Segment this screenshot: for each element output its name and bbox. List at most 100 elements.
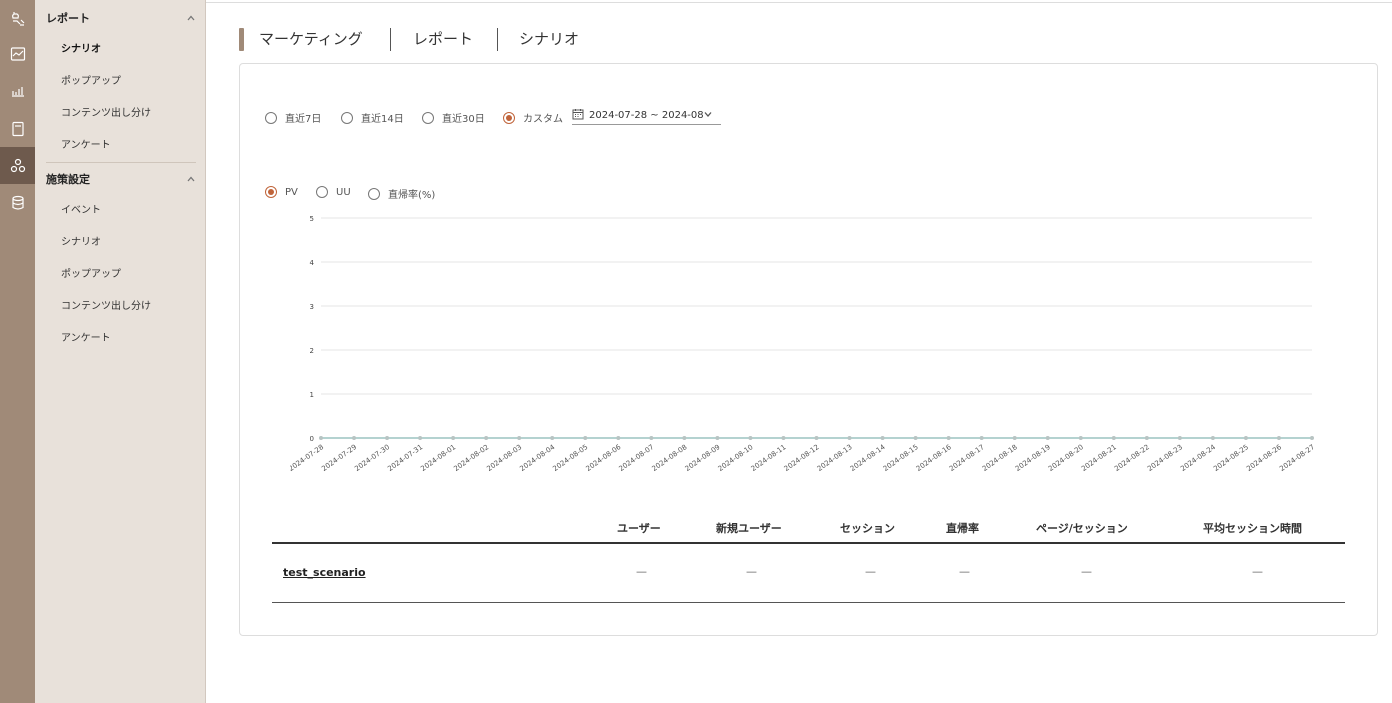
x-tick-label: 2024-08-15 xyxy=(882,443,920,473)
x-tick-label: 2024-08-09 xyxy=(684,443,722,473)
data-point xyxy=(781,436,786,440)
robot-icon[interactable] xyxy=(0,0,35,37)
document-icon[interactable] xyxy=(0,110,35,147)
x-tick-label: 2024-08-24 xyxy=(1179,443,1217,473)
x-tick-label: 2024-08-03 xyxy=(485,443,523,473)
sidebar-item-settings-popup[interactable]: ポップアップ xyxy=(61,268,121,282)
sidebar-item-settings-survey[interactable]: アンケート xyxy=(61,332,111,346)
data-point xyxy=(715,436,720,440)
sidebar-item-report-scenario[interactable]: シナリオ xyxy=(61,43,101,57)
radio-dot xyxy=(422,111,434,124)
table-row-rule xyxy=(272,602,1345,603)
radio-dot xyxy=(265,186,277,198)
x-tick-label: 2024-08-17 xyxy=(948,443,986,473)
period-30days-label: 直近30日 xyxy=(442,114,485,125)
data-point xyxy=(847,436,852,440)
x-tick-label: 2024-08-27 xyxy=(1278,443,1316,473)
breadcrumb-scenario: シナリオ xyxy=(519,30,580,48)
cell-bounce-rate: — xyxy=(959,565,970,578)
data-point xyxy=(1243,436,1248,440)
x-tick-label: 2024-08-25 xyxy=(1212,443,1250,473)
x-tick-label: 2024-08-11 xyxy=(750,443,788,473)
section-settings-title: 施策設定 xyxy=(46,173,90,186)
top-border xyxy=(206,2,1392,3)
data-point xyxy=(1210,436,1215,440)
radio-dot xyxy=(368,187,380,200)
header-sessions: セッション xyxy=(840,522,895,535)
x-tick-label: 2024-08-14 xyxy=(849,443,887,473)
x-tick-label: 2024-07-29 xyxy=(320,443,358,473)
data-point xyxy=(913,436,918,440)
section-report-header[interactable]: レポート xyxy=(46,7,196,29)
period-7days-label: 直近7日 xyxy=(285,114,322,125)
x-tick-label: 2024-08-08 xyxy=(651,443,689,473)
x-tick-label: 2024-08-12 xyxy=(783,443,821,473)
chevron-up-icon xyxy=(186,13,196,23)
x-tick-label: 2024-08-02 xyxy=(452,443,490,473)
radio-dot xyxy=(503,111,515,124)
x-tick-label: 2024-07-28 xyxy=(290,443,325,473)
scenario-link[interactable]: test_scenario xyxy=(283,566,366,579)
sidebar-item-report-survey[interactable]: アンケート xyxy=(61,139,111,153)
data-point xyxy=(1078,436,1083,440)
metric-bounce-label: 直帰率(%) xyxy=(388,190,436,201)
bar-chart-icon[interactable] xyxy=(0,72,35,109)
data-point xyxy=(946,436,951,440)
sidebar-item-settings-scenario[interactable]: シナリオ xyxy=(61,236,101,250)
data-point xyxy=(1144,436,1149,440)
cell-new-users: — xyxy=(746,565,757,578)
cell-users: — xyxy=(636,565,647,578)
x-tick-label: 2024-08-13 xyxy=(816,443,854,473)
icon-rail xyxy=(0,0,35,703)
header-new-users: 新規ユーザー xyxy=(716,522,782,535)
data-point xyxy=(1276,436,1281,440)
period-custom-radio[interactable]: カスタム xyxy=(503,110,563,125)
sidebar-item-settings-event[interactable]: イベント xyxy=(61,204,101,218)
line-chart-icon[interactable] xyxy=(0,35,35,72)
data-point xyxy=(748,436,753,440)
metric-pv-label: PV xyxy=(285,186,298,198)
metric-bounce-radio[interactable]: 直帰率(%) xyxy=(368,186,435,201)
app: レポート シナリオ ポップアップ コンテンツ出し分け アンケート 施策設定 イベ… xyxy=(0,0,1392,703)
data-point xyxy=(319,436,323,440)
sidebar-item-settings-contents[interactable]: コンテンツ出し分け xyxy=(61,300,151,314)
x-tick-label: 2024-08-26 xyxy=(1245,443,1283,473)
x-tick-label: 2024-08-05 xyxy=(551,443,589,473)
section-settings-header[interactable]: 施策設定 xyxy=(46,168,196,190)
date-range-value: 2024-07-28 ~ 2024-08-2 xyxy=(589,110,703,121)
cell-sessions: — xyxy=(865,565,876,578)
data-point xyxy=(517,436,522,440)
sidebar-item-report-contents[interactable]: コンテンツ出し分け xyxy=(61,107,151,121)
scenario-icon[interactable] xyxy=(0,147,35,184)
section-report-title: レポート xyxy=(46,12,90,25)
data-point xyxy=(616,436,621,440)
data-point xyxy=(583,436,588,440)
chevron-up-icon xyxy=(186,174,196,184)
period-7days-radio[interactable]: 直近7日 xyxy=(265,110,321,125)
database-icon[interactable] xyxy=(0,184,35,221)
data-point xyxy=(451,436,456,440)
x-tick-label: 2024-08-01 xyxy=(419,443,457,473)
metric-pv-radio[interactable]: PV xyxy=(265,186,298,198)
date-range-picker[interactable]: 2024-07-28 ~ 2024-08-2 xyxy=(572,107,721,125)
breadcrumb-report: レポート xyxy=(413,30,474,48)
data-point xyxy=(1177,436,1182,440)
data-point xyxy=(550,436,555,440)
y-tick-label: 1 xyxy=(310,391,314,399)
pv-line-chart: 0123452024-07-282024-07-292024-07-302024… xyxy=(290,215,1316,473)
radio-dot xyxy=(316,186,328,198)
data-point xyxy=(418,436,423,440)
radio-dot xyxy=(341,111,353,124)
sidebar-item-report-popup[interactable]: ポップアップ xyxy=(61,75,121,89)
period-14days-radio[interactable]: 直近14日 xyxy=(341,110,404,125)
data-point xyxy=(682,436,687,440)
header-bounce-rate: 直帰率 xyxy=(946,522,979,535)
metric-uu-radio[interactable]: UU xyxy=(316,186,351,198)
x-tick-label: 2024-08-16 xyxy=(915,443,953,473)
data-point xyxy=(649,436,654,440)
period-30days-radio[interactable]: 直近30日 xyxy=(422,110,485,125)
y-tick-label: 2 xyxy=(310,347,314,355)
breadcrumb-accent xyxy=(239,28,244,51)
x-tick-label: 2024-08-19 xyxy=(1014,443,1052,473)
data-point xyxy=(880,436,885,440)
